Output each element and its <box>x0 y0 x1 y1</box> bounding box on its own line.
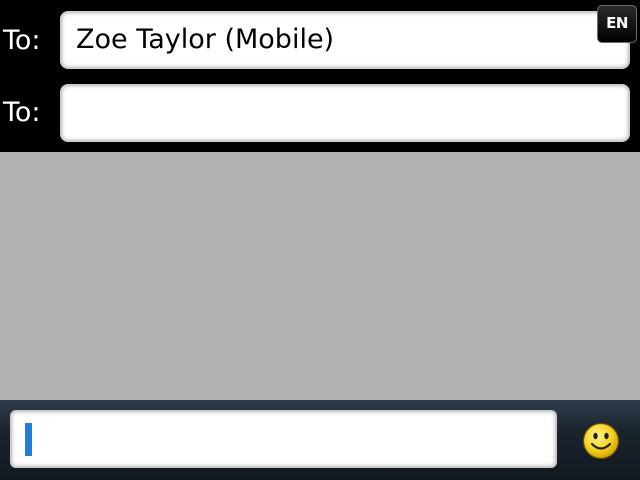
message-input[interactable] <box>10 410 557 468</box>
compose-bar <box>0 400 640 480</box>
smiley-icon[interactable] <box>582 422 620 460</box>
recipient-field-2[interactable] <box>60 84 630 142</box>
to-label: To: <box>3 25 41 56</box>
to-label: To: <box>3 97 41 128</box>
smiley-icon-graphic <box>582 422 620 460</box>
conversation-area <box>0 152 640 400</box>
recipient-header: To: Zoe Taylor (Mobile) To: EN <box>0 0 640 152</box>
text-cursor <box>25 423 32 456</box>
recipient-field-1[interactable]: Zoe Taylor (Mobile) <box>60 11 630 69</box>
message-compose-screen: To: Zoe Taylor (Mobile) To: EN <box>0 0 640 480</box>
input-language-indicator[interactable]: EN <box>597 5 637 43</box>
